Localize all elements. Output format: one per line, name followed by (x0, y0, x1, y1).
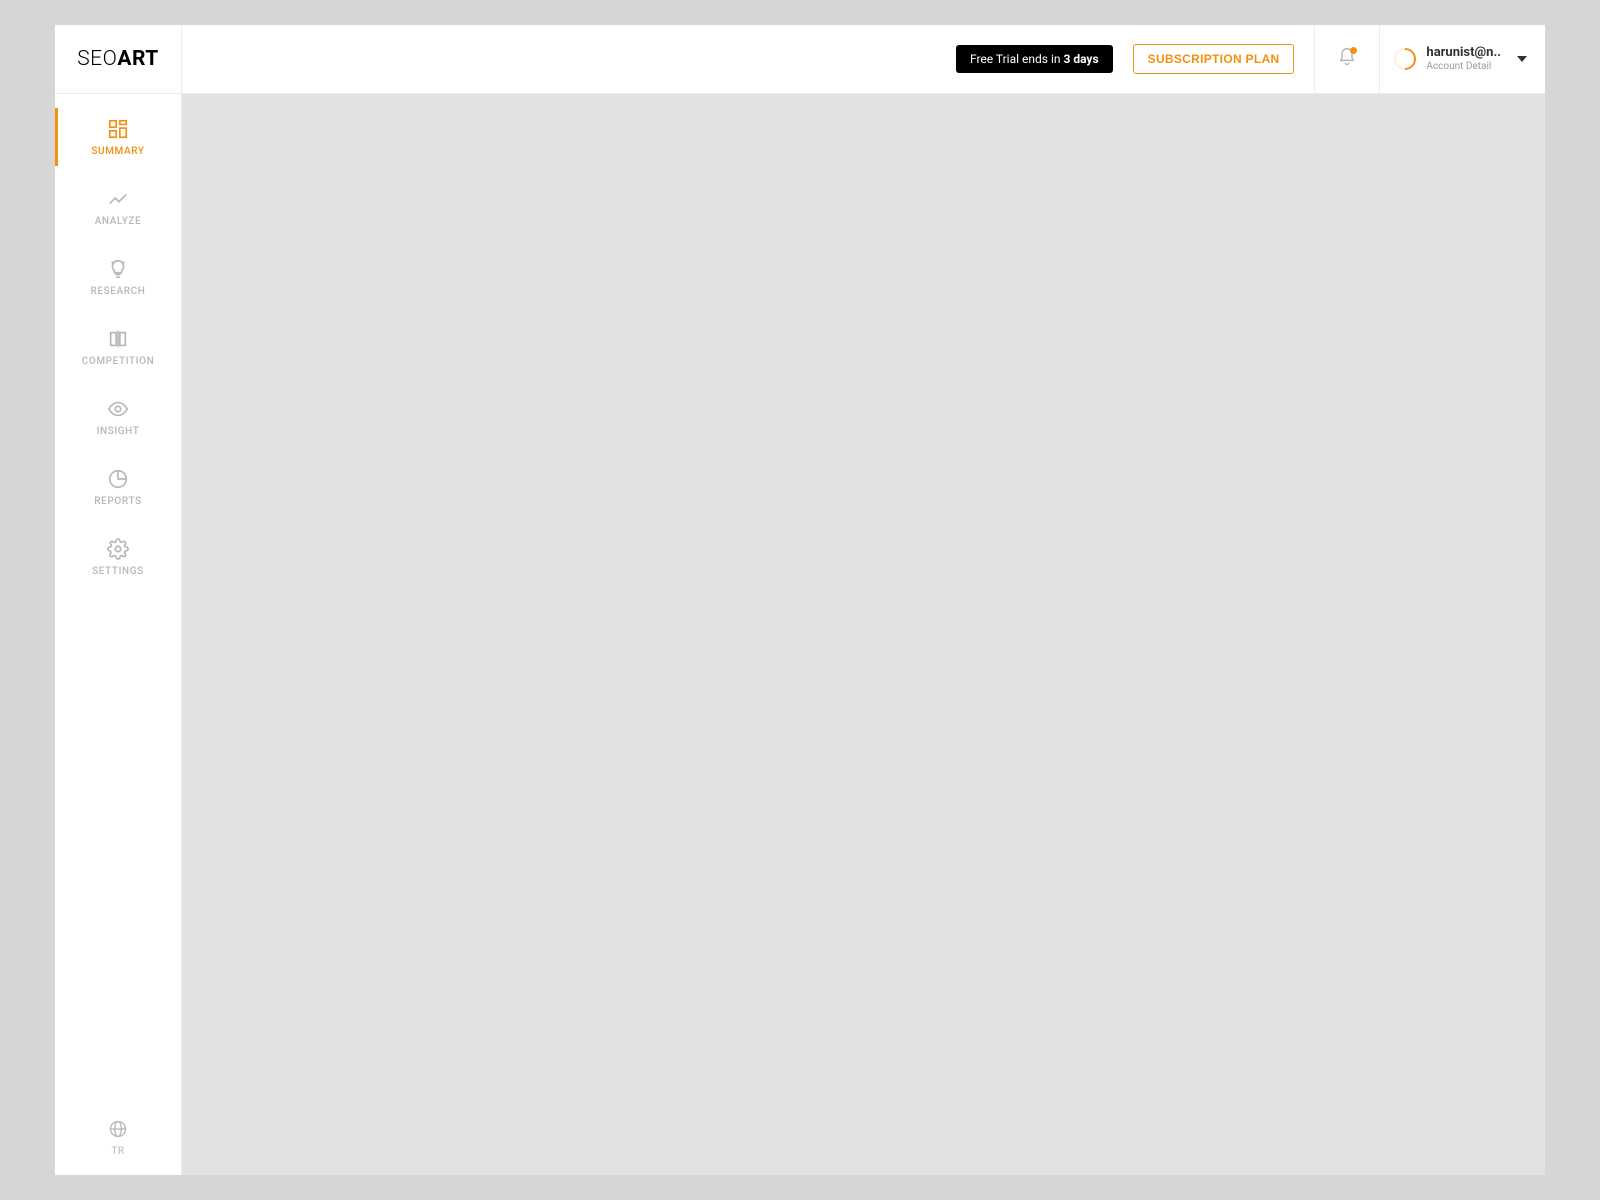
sidebar-item-competition[interactable]: COMPETITION (55, 312, 181, 382)
subscription-plan-button[interactable]: SUBSCRIPTION PLAN (1133, 44, 1295, 74)
body-row: SUMMARY ANALYZE (55, 94, 1545, 1175)
sidebar-item-label: COMPETITION (82, 356, 155, 367)
language-label: TR (111, 1146, 124, 1157)
brand-logo[interactable]: SEOART (55, 25, 182, 93)
account-text: harunist@n.. Account Detail (1426, 46, 1501, 72)
topbar: SEOART Free Trial ends in 3 days SUBSCRI… (55, 25, 1545, 94)
sidebar-item-label: SUMMARY (91, 146, 144, 157)
sidebar-item-research[interactable]: RESEARCH (55, 242, 181, 312)
globe-icon (108, 1119, 128, 1142)
pie-chart-icon (107, 468, 129, 490)
sidebar-item-label: RESEARCH (91, 286, 146, 297)
sidebar-item-label: SETTINGS (92, 566, 144, 577)
sidebar-item-analyze[interactable]: ANALYZE (55, 172, 181, 242)
notifications-button[interactable] (1314, 25, 1379, 93)
app-shell: SEOART Free Trial ends in 3 days SUBSCRI… (55, 25, 1545, 1175)
sidebar-item-label: ANALYZE (95, 216, 142, 227)
trial-days: 3 days (1063, 52, 1098, 66)
account-name: harunist@n.. (1426, 46, 1501, 61)
trial-prefix: Free Trial ends in (970, 52, 1063, 66)
dashboard-icon (107, 118, 129, 140)
sidebar-item-summary[interactable]: SUMMARY (55, 102, 181, 172)
sidebar-item-label: REPORTS (94, 496, 141, 507)
sidebar-item-settings[interactable]: SETTINGS (55, 522, 181, 592)
sidebar-item-label: INSIGHT (97, 426, 140, 437)
sidebar-item-insight[interactable]: INSIGHT (55, 382, 181, 452)
account-menu[interactable]: harunist@n.. Account Detail (1379, 25, 1545, 93)
sidebar: SUMMARY ANALYZE (55, 94, 182, 1175)
gear-icon (107, 538, 129, 560)
eye-icon (107, 398, 129, 420)
sidebar-spacer (55, 592, 181, 1119)
trial-status-pill[interactable]: Free Trial ends in 3 days (956, 45, 1113, 73)
main-content-area (182, 94, 1545, 1175)
sidebar-item-reports[interactable]: REPORTS (55, 452, 181, 522)
chevron-down-icon (1517, 56, 1527, 62)
account-subtitle: Account Detail (1426, 61, 1501, 73)
trend-icon (107, 188, 129, 210)
brand-part1: SEO (77, 47, 117, 71)
language-switcher[interactable]: TR (55, 1119, 181, 1175)
loading-spinner-icon (1390, 43, 1421, 74)
brand-part2: ART (117, 47, 158, 71)
compare-icon (107, 328, 129, 350)
lightbulb-icon (107, 258, 129, 280)
